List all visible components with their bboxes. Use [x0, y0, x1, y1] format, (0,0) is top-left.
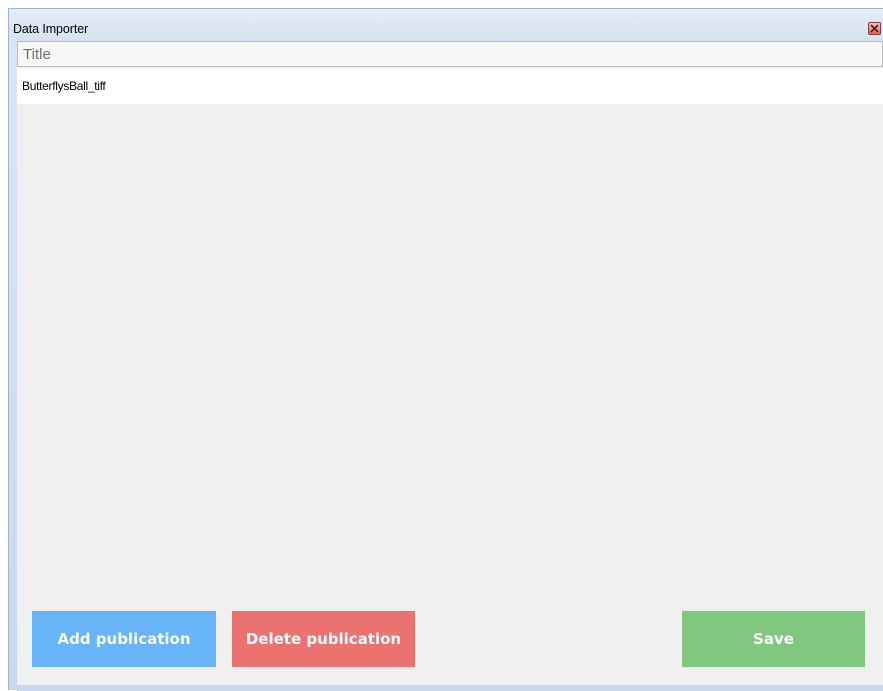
- table-row[interactable]: ButterflysBall_tiff: [17, 68, 883, 104]
- close-icon[interactable]: [868, 22, 881, 35]
- title-bar[interactable]: Data Importer: [9, 9, 883, 41]
- row-title-cell: ButterflysBall_tiff: [22, 79, 106, 93]
- data-importer-window: Data Importer Title ButterflysBall_tiff …: [8, 8, 883, 691]
- delete-publication-button[interactable]: Delete publication: [232, 611, 415, 667]
- window-bottom-border: [17, 685, 883, 691]
- column-header-label: Title: [23, 46, 51, 63]
- close-x-glyph: [870, 24, 879, 33]
- publication-panel: Title ButterflysBall_tiff Add publicatio…: [17, 41, 883, 685]
- window-title: Data Importer: [13, 22, 89, 36]
- save-button[interactable]: Save: [682, 611, 865, 667]
- column-header-title[interactable]: Title: [17, 41, 883, 67]
- add-publication-button[interactable]: Add publication: [32, 611, 216, 667]
